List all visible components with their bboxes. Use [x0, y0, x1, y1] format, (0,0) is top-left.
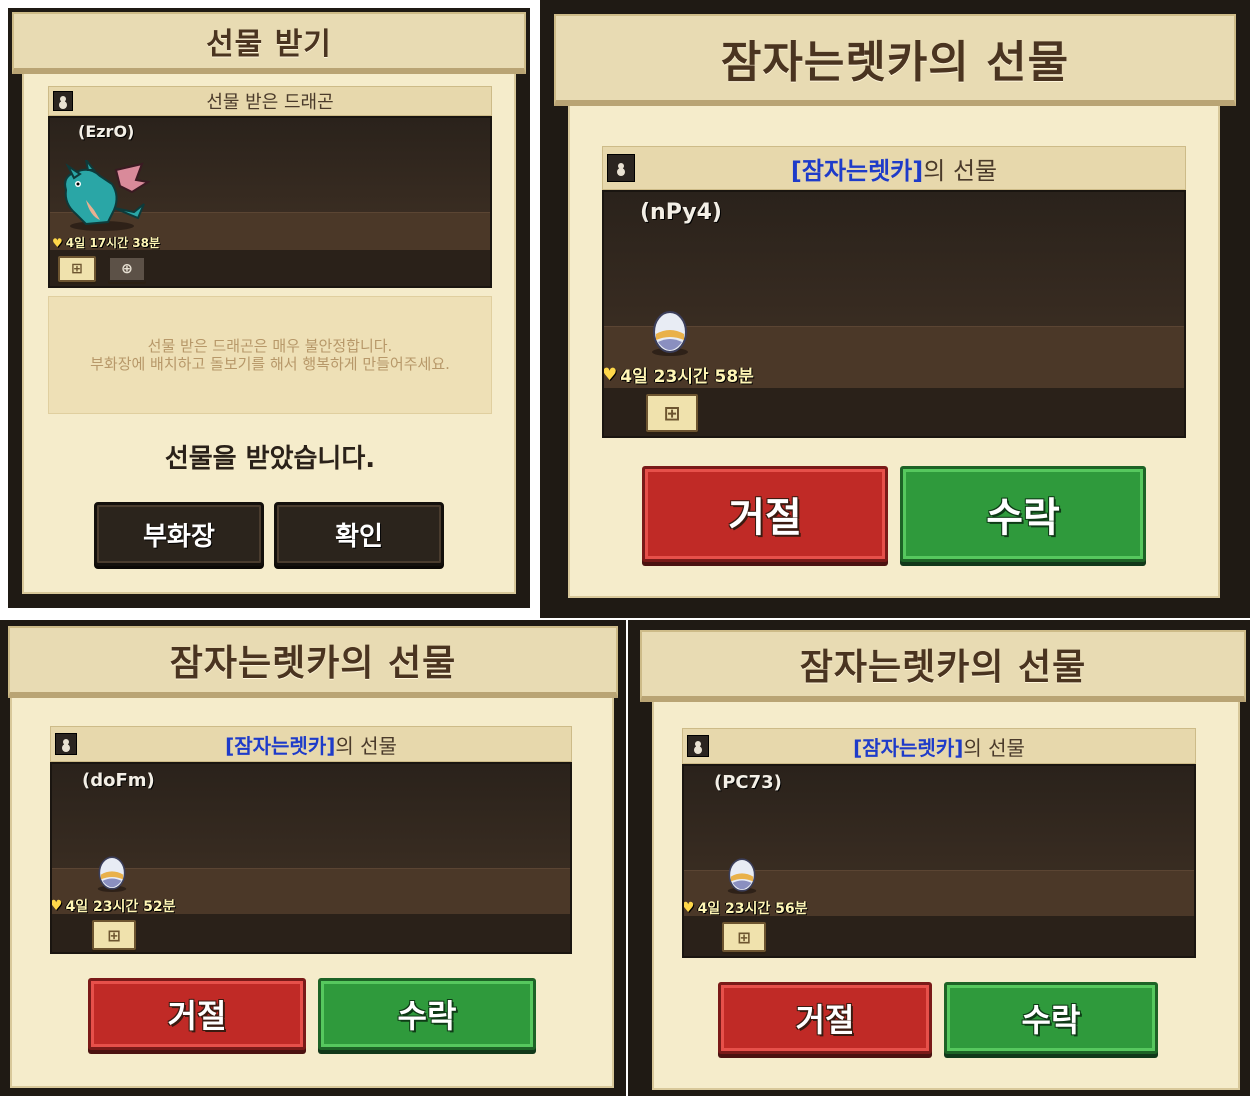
egg-scene: (PC73) ♥ 4일 23시간 56분 ⊞: [682, 764, 1196, 958]
panel-title: 잠자는렛카의 선물: [554, 14, 1236, 106]
info-box: 선물 받은 드래곤은 매우 불안정합니다. 부화장에 배치하고 돌보기를 해서 …: [48, 296, 492, 414]
reject-label: 거절: [167, 997, 227, 1035]
reject-button[interactable]: 거절: [718, 982, 932, 1054]
hatchery-label: 부화장: [143, 521, 215, 552]
timer: ♥ 4일 23시간 52분: [50, 896, 176, 916]
timer: ♥ 4일 23시간 56분: [682, 898, 808, 918]
nest-icon: ⊞: [737, 927, 751, 947]
subheader: [잠자는렛카] 의 선물: [682, 728, 1196, 764]
nest-icon: ⊞: [663, 401, 681, 425]
panel-title: 잠자는렛카의 선물: [8, 626, 618, 698]
subheader: [잠자는렛카] 의 선물: [50, 726, 572, 762]
hatchery-button[interactable]: 부화장: [94, 502, 264, 566]
person-icon: [687, 735, 709, 757]
nest-button[interactable]: ⊞: [58, 256, 96, 282]
heart-icon: ♥: [50, 898, 63, 914]
gift-suffix: 의 선물: [963, 735, 1025, 760]
egg-tag: (PC73): [714, 772, 782, 793]
title-text: 잠자는렛카의 선물: [720, 37, 1070, 88]
gift-suffix: 의 선물: [335, 733, 397, 758]
locate-button[interactable]: ⊕: [108, 256, 146, 282]
reject-label: 거절: [728, 495, 802, 541]
person-icon: [607, 154, 635, 182]
sender-name: [잠자는렛카]: [853, 735, 964, 760]
accept-button[interactable]: 수락: [318, 978, 536, 1050]
info-line-1: 선물 받은 드래곤은 매우 불안정합니다.: [147, 337, 393, 355]
gift-receive-panel: 선물 받기 선물 받은 드래곤 (EzrO) ♥ 4일 17시간 38분 ⊞ ⊕: [8, 8, 530, 608]
egg-scene: (doFm) ♥ 4일 23시간 52분 ⊞: [50, 762, 572, 954]
timer: ♥ 4일 17시간 38분: [52, 234, 160, 251]
accept-label: 수락: [397, 997, 457, 1035]
accept-label: 수락: [1021, 1001, 1081, 1039]
accept-button[interactable]: 수락: [900, 466, 1146, 562]
reject-label: 거절: [795, 1001, 855, 1039]
dragon-tag: (EzrO): [78, 122, 135, 141]
confirm-label: 확인: [335, 521, 383, 552]
reject-button[interactable]: 거절: [642, 466, 888, 562]
info-line-2: 부화장에 배치하고 돌보기를 해서 행복하게 만들어주세요.: [90, 355, 450, 373]
egg-tag: (doFm): [82, 770, 155, 791]
egg-icon: [97, 856, 127, 892]
heart-icon: ♥: [602, 364, 618, 385]
timer: ♥ 4일 23시간 58분: [602, 362, 754, 388]
panel-title: 잠자는렛카의 선물: [640, 630, 1246, 702]
egg-scene: (nPy4) ♥ 4일 23시간 58분 ⊞: [602, 190, 1186, 438]
timer-text: 4일 23시간 58분: [620, 367, 754, 387]
dragon-scene: (EzrO) ♥ 4일 17시간 38분 ⊞ ⊕: [48, 116, 492, 288]
reject-button[interactable]: 거절: [88, 978, 306, 1050]
nest-button[interactable]: ⊞: [646, 394, 698, 432]
subheader: [잠자는렛카] 의 선물: [602, 146, 1186, 190]
nest-button[interactable]: ⊞: [92, 920, 136, 950]
gift-panel-bottom-right: 잠자는렛카의 선물 [잠자는렛카] 의 선물 (PC73) ♥ 4일 23시간 …: [628, 620, 1250, 1096]
person-icon: [55, 733, 77, 755]
accept-button[interactable]: 수락: [944, 982, 1158, 1054]
confirm-button[interactable]: 확인: [274, 502, 444, 566]
timer-text: 4일 17시간 38분: [65, 236, 161, 250]
dragon-icon: [64, 160, 151, 231]
egg-icon: [652, 311, 688, 356]
person-icon: [53, 91, 73, 111]
target-icon: ⊕: [121, 261, 133, 277]
title-text: 잠자는렛카의 선물: [169, 643, 457, 684]
sender-name: [잠자는렛카]: [790, 156, 924, 185]
title-text: 잠자는렛카의 선물: [799, 647, 1087, 688]
egg-icon: [727, 858, 757, 894]
gift-panel-bottom-left: 잠자는렛카의 선물 [잠자는렛카] 의 선물 (doFm) ♥ 4일 23시간 …: [0, 620, 626, 1096]
egg-tag: (nPy4): [640, 200, 722, 225]
nest-icon: ⊞: [71, 261, 83, 277]
gift-panel-large: 잠자는렛카의 선물 [잠자는렛카] 의 선물 (nPy4) ♥ 4일 23시간 …: [540, 0, 1250, 618]
timer-text: 4일 23시간 52분: [65, 899, 176, 915]
timer-text: 4일 23시간 56분: [697, 901, 808, 917]
panel-title: 선물 받기: [12, 12, 526, 74]
nest-icon: ⊞: [107, 925, 121, 945]
heart-icon: ♥: [52, 235, 63, 250]
nest-button[interactable]: ⊞: [722, 922, 766, 952]
sender-name: [잠자는렛카]: [225, 733, 336, 758]
subheader: 선물 받은 드래곤: [48, 86, 492, 116]
subheader-text: 선물 받은 드래곤: [206, 92, 334, 113]
accept-label: 수락: [986, 495, 1060, 541]
title-text: 선물 받기: [206, 27, 332, 62]
received-message: 선물을 받았습니다.: [164, 444, 376, 474]
gift-suffix: 의 선물: [923, 156, 998, 185]
heart-icon: ♥: [682, 900, 695, 916]
